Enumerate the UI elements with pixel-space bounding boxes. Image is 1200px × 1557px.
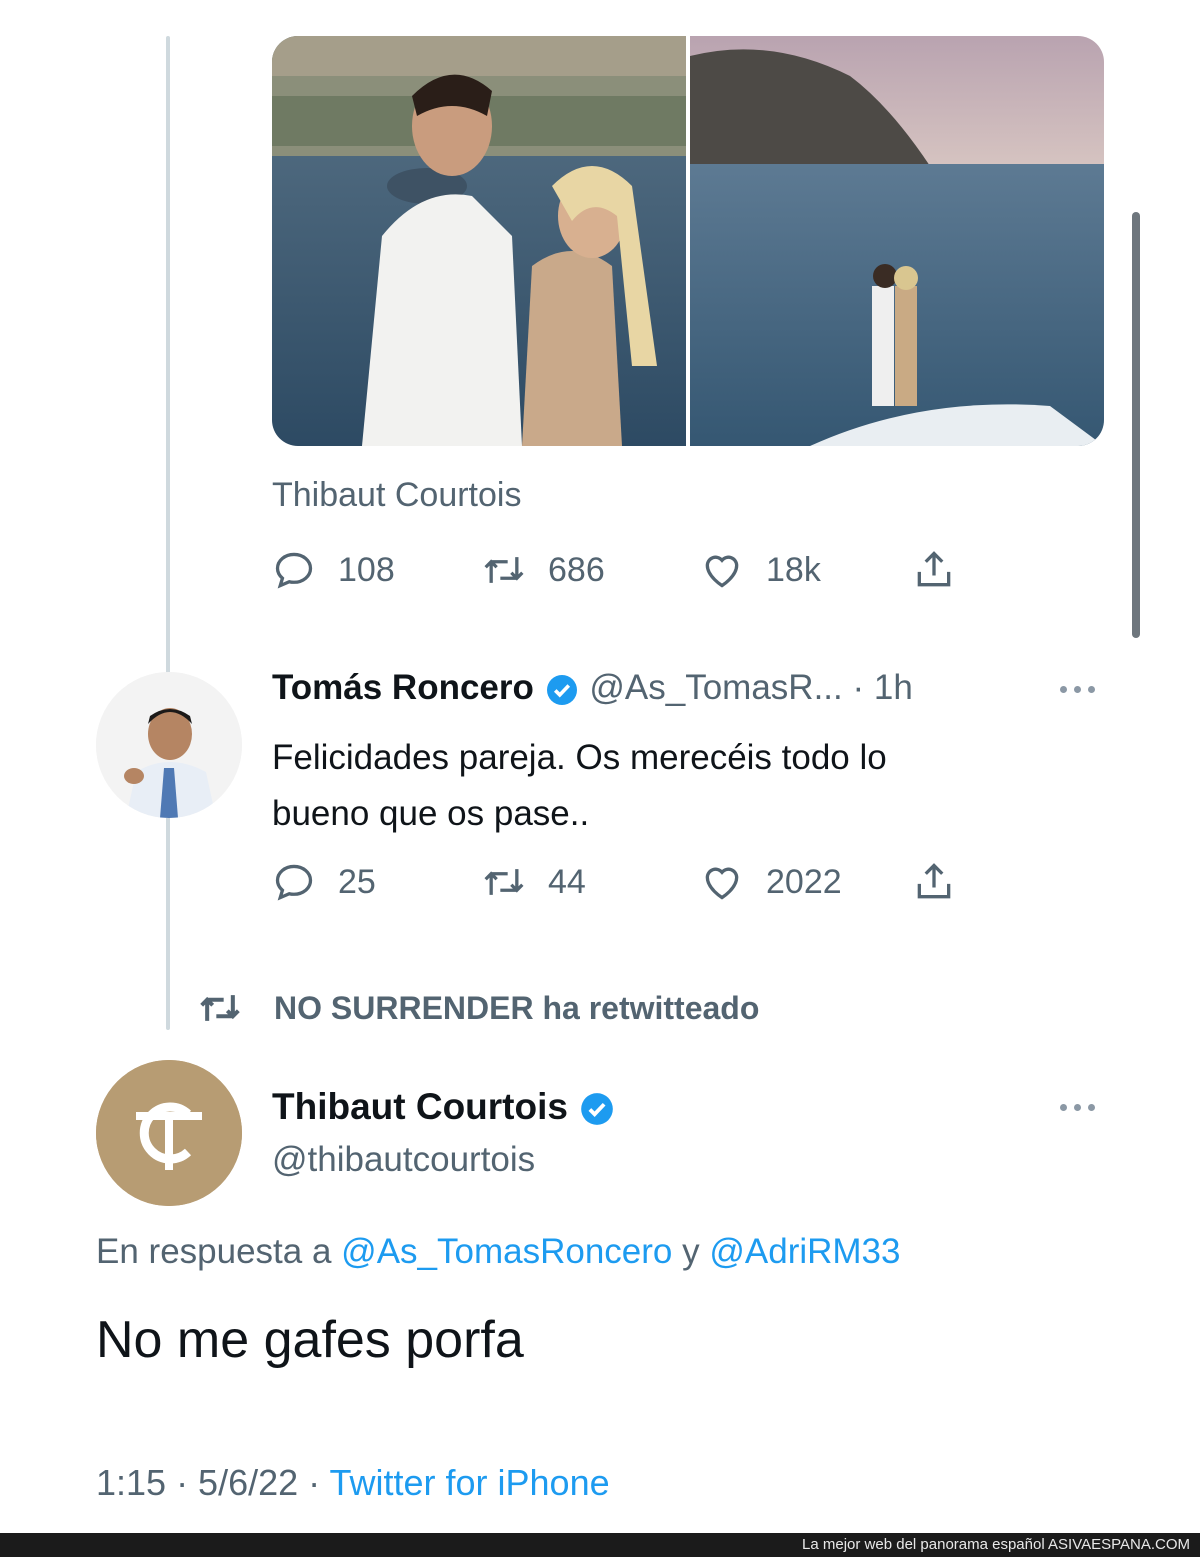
reply-author-name[interactable]: Tomás Roncero — [272, 668, 534, 707]
site-footer-text: La mejor web del panorama español ASIVAE… — [802, 1536, 1190, 1553]
reply-mention-link[interactable]: @AdriRM33 — [709, 1232, 900, 1271]
reply-text-line: Felicidades pareja. Os merecéis todo lo — [272, 738, 887, 777]
share-action[interactable] — [912, 548, 956, 592]
like-icon — [705, 867, 739, 900]
site-name[interactable]: ASIVAESPANA.COM — [1048, 1536, 1190, 1553]
retweet-icon — [484, 869, 524, 895]
retweet-count: 44 — [548, 862, 586, 901]
like-action[interactable]: 18k — [700, 548, 821, 592]
more-options-icon[interactable] — [1060, 1104, 1095, 1111]
photo-couple-on-boat[interactable] — [690, 36, 1104, 446]
quoted-author-name[interactable]: Thibaut Courtois — [272, 476, 521, 515]
retweet-action[interactable]: 686 — [482, 548, 605, 592]
roncero-avatar-image — [96, 672, 242, 818]
retweet-icon — [484, 557, 524, 583]
tweet-media-grid[interactable] — [272, 36, 1104, 446]
retweet-icon — [200, 995, 240, 1021]
photo-couple-closeup[interactable] — [272, 36, 686, 446]
retweet-action[interactable]: 44 — [482, 860, 586, 904]
share-action[interactable] — [912, 860, 956, 904]
retweet-notice: NO SURRENDER ha retwitteado — [196, 986, 759, 1030]
scrollbar[interactable] — [1132, 212, 1140, 638]
reply-mention-link[interactable]: @As_TomasRoncero — [341, 1232, 672, 1271]
like-count: 2022 — [766, 862, 842, 901]
tweet-source-link[interactable]: Twitter for iPhone — [330, 1462, 610, 1503]
reply-handle-time[interactable]: @As_TomasR... · 1h — [589, 668, 912, 707]
reply-text-line: bueno que os pase.. — [272, 794, 590, 833]
reply-count: 108 — [338, 550, 395, 589]
tc-logo-icon — [96, 1060, 242, 1206]
reply-action[interactable]: 108 — [272, 548, 395, 592]
like-icon — [705, 555, 739, 588]
reply-context: En respuesta a @As_TomasRoncero y @AdriR… — [96, 1232, 901, 1272]
reply-icon — [275, 864, 313, 901]
reply-count: 25 — [338, 862, 376, 901]
verified-badge-icon — [581, 1093, 614, 1126]
reply-tweet-header: Tomás Roncero @As_TomasR... · 1h — [272, 668, 913, 708]
share-icon — [917, 551, 951, 587]
courtois-avatar[interactable] — [96, 1060, 242, 1206]
tweet-timestamp-row: 1:15 · 5/6/22 · Twitter for iPhone — [96, 1462, 610, 1504]
roncero-avatar[interactable] — [96, 672, 242, 818]
site-tagline: La mejor web del panorama español — [802, 1536, 1045, 1553]
verified-badge-icon — [546, 674, 577, 705]
reply-action[interactable]: 25 — [272, 860, 376, 904]
more-options-icon[interactable] — [1060, 686, 1095, 693]
main-author-row: Thibaut Courtois — [272, 1086, 616, 1128]
like-action[interactable]: 2022 — [700, 860, 842, 904]
reply-tweet-text: Felicidades pareja. Os merecéis todo lo … — [272, 730, 887, 842]
tweet-timestamp[interactable]: 1:15 · 5/6/22 · — [96, 1462, 320, 1503]
main-author-name[interactable]: Thibaut Courtois — [272, 1086, 568, 1127]
site-footer-bar: La mejor web del panorama español ASIVAE… — [0, 1533, 1200, 1557]
share-icon — [917, 863, 951, 899]
reply-context-and: y — [682, 1232, 700, 1271]
reply-icon — [275, 552, 313, 589]
main-tweet-text: No me gafes porfa — [96, 1311, 524, 1369]
thread-line — [166, 36, 170, 1030]
reply-context-prefix: En respuesta a — [96, 1232, 332, 1271]
retweet-notice-text[interactable]: NO SURRENDER ha retwitteado — [274, 990, 759, 1027]
retweet-count: 686 — [548, 550, 605, 589]
like-count: 18k — [766, 550, 821, 589]
main-author-handle[interactable]: @thibautcourtois — [272, 1140, 535, 1180]
